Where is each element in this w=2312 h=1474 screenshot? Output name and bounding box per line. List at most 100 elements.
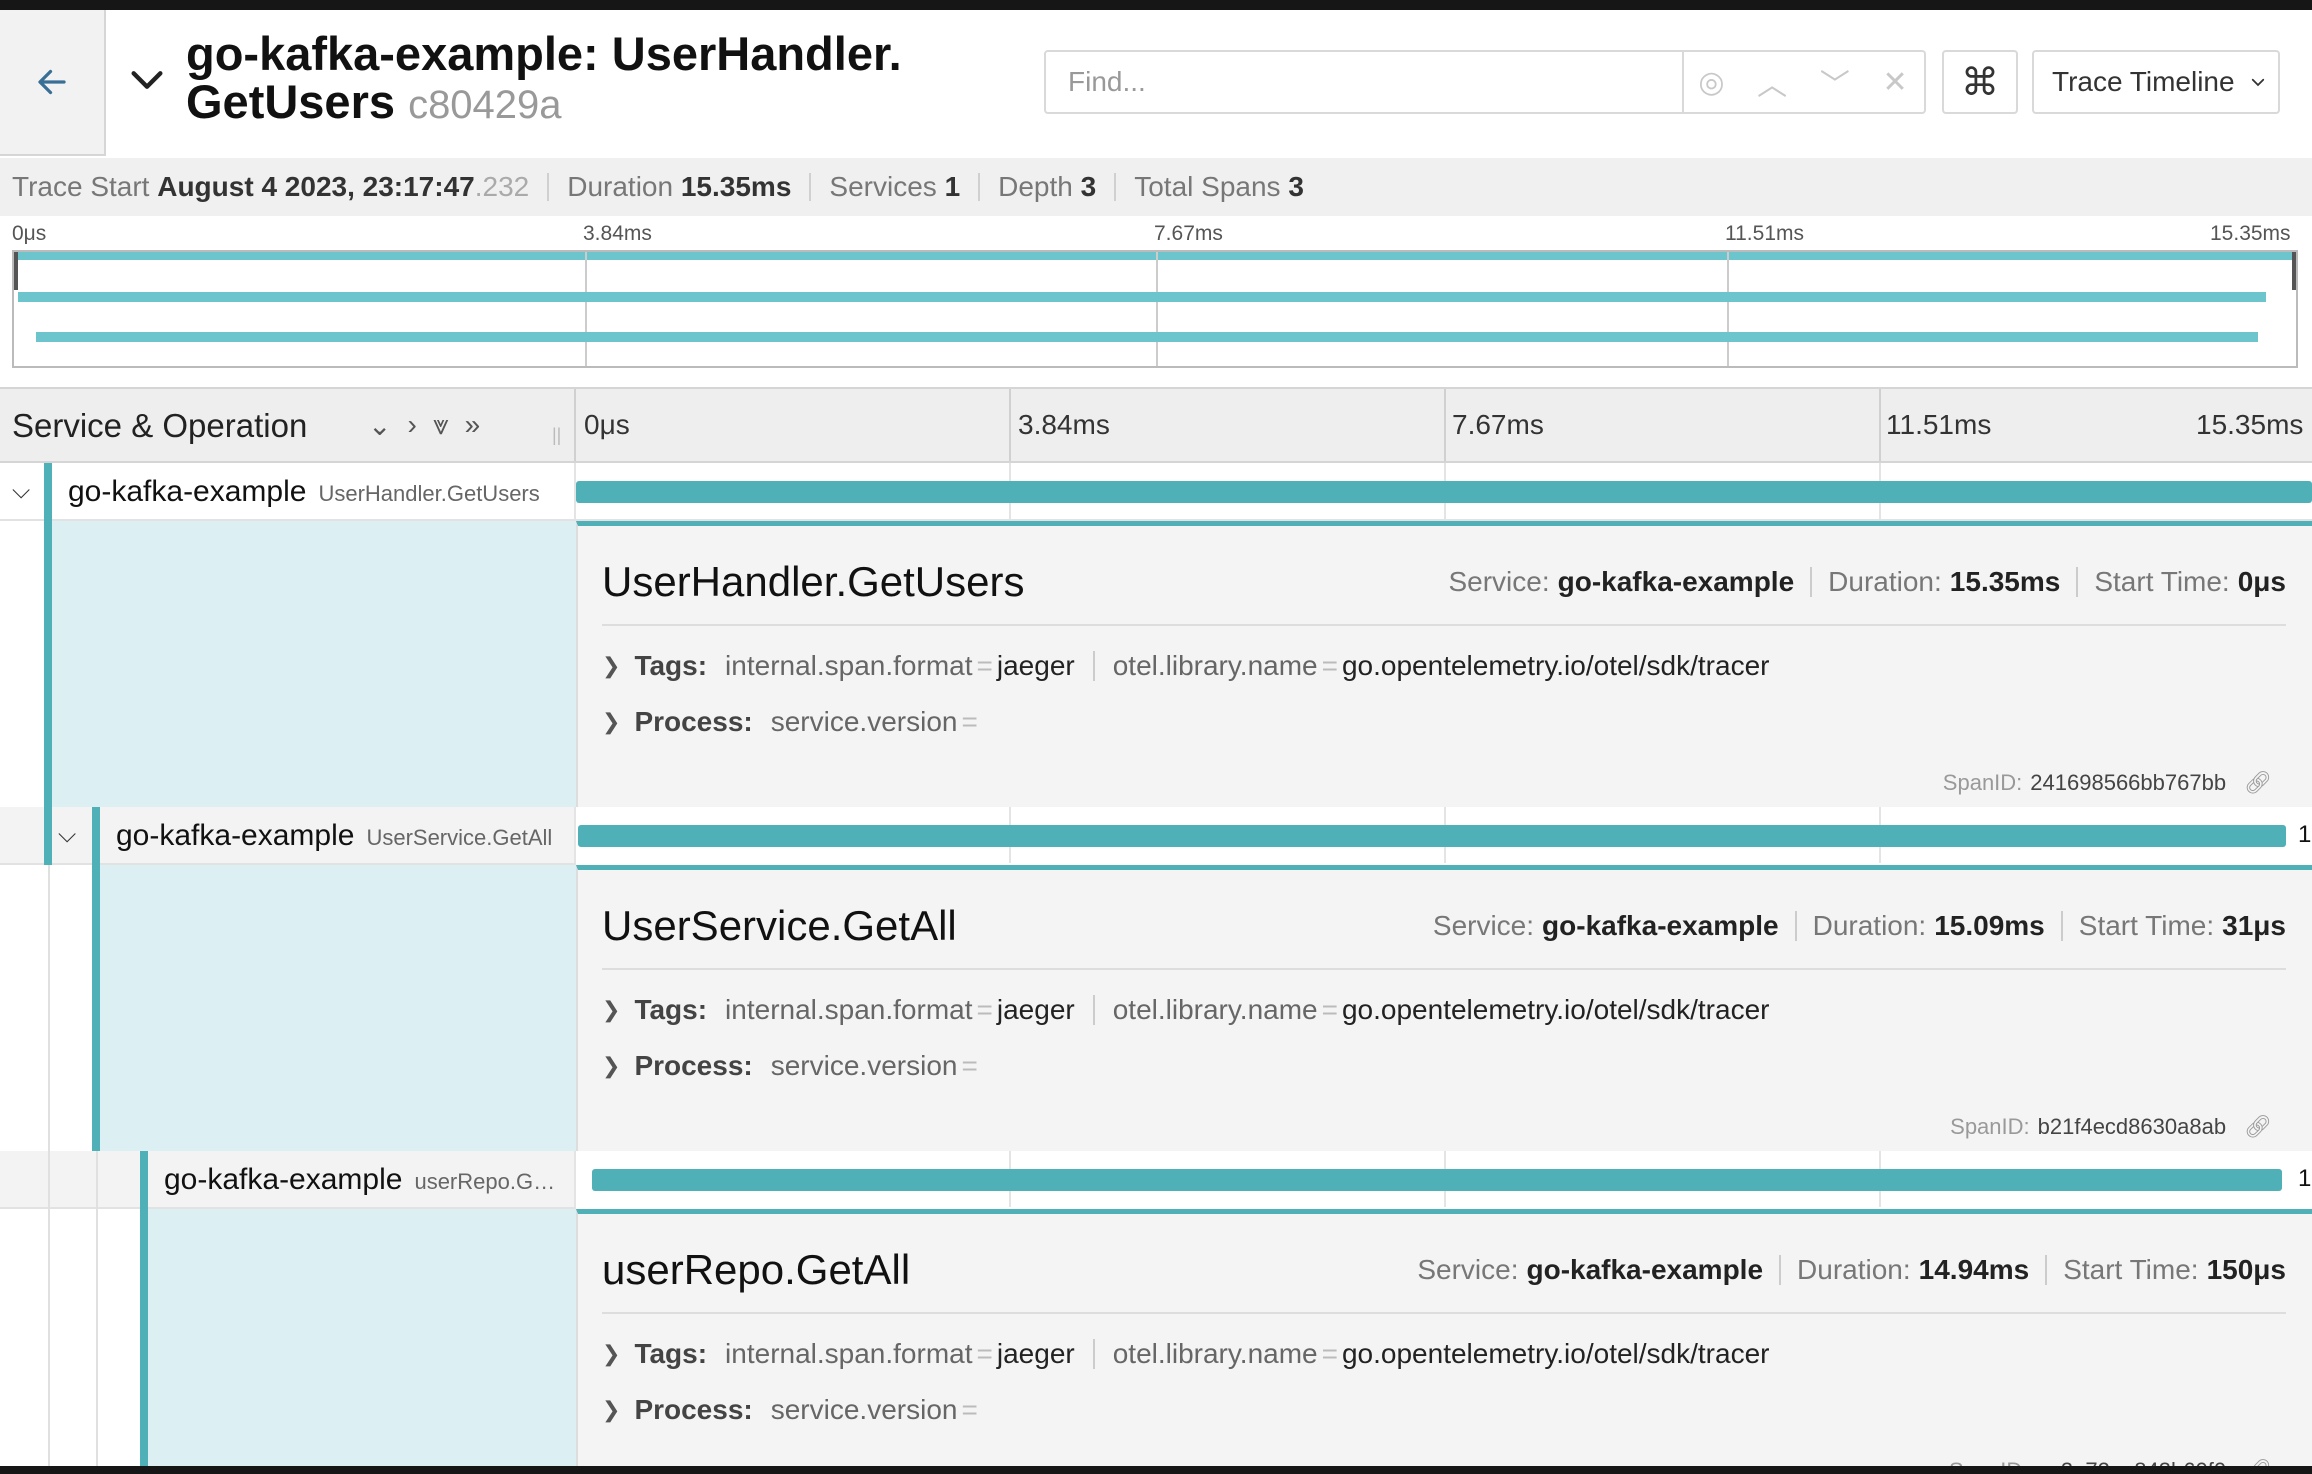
span-detail-title: userRepo.GetAll: [602, 1246, 911, 1293]
span-name[interactable]: go-kafka-example userRepo.G…: [164, 1163, 555, 1197]
span-bar[interactable]: [578, 825, 2286, 847]
span-operation: UserHandler.GetUsers: [318, 481, 540, 506]
trace-start-value: August 4 2023, 23:17:47: [157, 171, 475, 202]
collapse-one-icon[interactable]: ⌄: [368, 409, 391, 442]
service-color-stripe: [140, 1151, 148, 1209]
minimap-tick: 7.67ms: [1154, 222, 1223, 245]
span-detail-meta: Service: go-kafka-example Duration: 15.09m…: [1433, 910, 2286, 942]
trace-stats-bar: Trace Start August 4 2023, 23:17:47.232 …: [0, 158, 2312, 216]
span-bar[interactable]: [592, 1169, 2282, 1191]
tag-key: otel.library.name: [1112, 650, 1318, 681]
duration-value: 15.35ms: [1949, 566, 2061, 597]
minimap-gridline: [1727, 252, 1729, 366]
span-id: SpanID: b21f4ecd8630a8ab 🔗︎: [1950, 1114, 2272, 1140]
timeline-tick: 0μs: [584, 409, 630, 440]
duration-value: 15.09ms: [1934, 910, 2045, 941]
span-detail-meta: Service: go-kafka-example Duration: 15.35m…: [1448, 566, 2286, 598]
service-value: go-kafka-example: [1526, 1254, 1764, 1285]
span-detail-panel: UserService.GetAll Service: go-kafka-exam…: [576, 865, 2312, 1151]
timeline-tick: 3.84ms: [1018, 409, 1110, 440]
arrow-left-icon: [38, 69, 66, 95]
duration-label: Duration:: [1812, 910, 1927, 941]
process-label: Process:: [634, 1050, 753, 1081]
service-operation-heading: Service & Operation: [12, 407, 308, 444]
minimap-tick: 3.84ms: [583, 222, 652, 245]
collapse-controls: ⌄ › ⩔ »: [368, 409, 480, 442]
view-select-label: Trace Timeline: [2052, 66, 2235, 97]
duration-label: Duration:: [1797, 1254, 1911, 1285]
link-icon[interactable]: 🔗︎: [2244, 1114, 2272, 1140]
process-row[interactable]: ❯ Process: service.version =: [602, 706, 982, 738]
find-input[interactable]: Find...: [1044, 50, 1684, 114]
span-row[interactable]: go-kafka-example userRepo.G… 1: [0, 1151, 2312, 1209]
command-icon: ⌘: [1961, 61, 1999, 104]
timeline-tick: 11.51ms: [1886, 409, 1992, 440]
minimap-ticks: 0μs 3.84ms 7.67ms 11.51ms 15.35ms: [0, 218, 2312, 248]
span-row[interactable]: ⌵ go-kafka-example UserHandler.GetUsers: [0, 463, 2312, 521]
next-match-icon[interactable]: ﹀: [1820, 60, 1850, 104]
find-controls: ◎ ︿ ﹀ ✕: [1682, 50, 1926, 114]
column-resizer-icon[interactable]: ||: [552, 425, 561, 446]
start-time-value: 0μs: [2237, 566, 2286, 597]
span-name[interactable]: go-kafka-example UserHandler.GetUsers: [68, 475, 540, 509]
tags-row[interactable]: ❯ Tags: internal.span.format = jaeger otel…: [602, 650, 1769, 682]
span-row[interactable]: ⌵ go-kafka-example UserService.GetAll 1: [0, 807, 2312, 865]
link-icon[interactable]: 🔗︎: [2244, 770, 2272, 796]
span-detail-panel: userRepo.GetAll Service: go-kafka-example…: [576, 1209, 2312, 1466]
service-label: Service:: [1432, 910, 1535, 941]
clear-find-icon[interactable]: ✕: [1882, 65, 1907, 100]
collapse-all-icon[interactable]: ⩔: [433, 409, 449, 442]
trace-minimap[interactable]: [12, 250, 2298, 368]
tag-key: internal.span.format: [725, 994, 973, 1025]
span-detail: UserService.GetAll Service: go-kafka-exam…: [0, 865, 2312, 1151]
column-divider: [574, 807, 576, 863]
process-label: Process:: [634, 1394, 753, 1425]
column-divider: [574, 389, 576, 461]
span-id-value: ae3e72ae843b60f0: [2036, 1458, 2226, 1466]
minimap-drag-handle-left[interactable]: [14, 252, 18, 290]
chevron-right-icon: ❯: [602, 997, 621, 1022]
process-key: service.version: [770, 1050, 958, 1081]
chevron-down-icon[interactable]: ⌵: [12, 477, 30, 505]
chevron-right-icon: ❯: [602, 1397, 621, 1422]
expand-one-icon[interactable]: ›: [407, 409, 416, 442]
process-key: service.version: [770, 706, 958, 737]
minimap-tick: 15.35ms: [2210, 222, 2291, 245]
minimap-gridline: [585, 252, 587, 366]
span-detail-indent: [100, 865, 576, 1151]
tag-value: go.opentelemetry.io/otel/sdk/tracer: [1341, 1338, 1770, 1369]
service-value: go-kafka-example: [1542, 910, 1779, 941]
span-detail-meta: Service: go-kafka-example Duration: 14.94m…: [1417, 1254, 2286, 1286]
span-service: go-kafka-example: [164, 1163, 403, 1196]
span-id: SpanID: 241698566bb767bb 🔗︎: [1943, 770, 2272, 796]
span-service: go-kafka-example: [68, 475, 307, 508]
span-bar[interactable]: [576, 481, 2312, 503]
prev-match-icon[interactable]: ︿: [1757, 60, 1787, 104]
link-icon[interactable]: 🔗︎: [2244, 1458, 2272, 1466]
process-row[interactable]: ❯ Process: service.version =: [602, 1394, 982, 1426]
services-value: 1: [944, 171, 961, 202]
span-name[interactable]: go-kafka-example UserService.GetAll: [116, 819, 552, 853]
process-row[interactable]: ❯ Process: service.version =: [602, 1050, 982, 1082]
minimap-drag-handle-right[interactable]: [2292, 252, 2296, 290]
span-id-value: b21f4ecd8630a8ab: [2037, 1114, 2227, 1139]
start-time-label: Start Time:: [2094, 566, 2230, 597]
tag-key: internal.span.format: [725, 1338, 973, 1369]
trace-collapse-toggle[interactable]: [122, 55, 172, 105]
chevron-right-icon: ❯: [602, 1341, 621, 1366]
keyboard-shortcuts-button[interactable]: ⌘: [1942, 50, 2018, 114]
chevron-down-icon[interactable]: ⌵: [58, 821, 76, 849]
tags-row[interactable]: ❯ Tags: internal.span.format = jaeger otel…: [602, 1338, 1769, 1370]
back-button[interactable]: [0, 10, 106, 156]
service-label: Service:: [1417, 1254, 1519, 1285]
locate-icon[interactable]: ◎: [1698, 65, 1724, 100]
span-detail-panel: UserHandler.GetUsers Service: go-kafka-ex…: [576, 521, 2312, 807]
timeline-tick: 15.35ms: [2196, 409, 2304, 440]
expand-all-icon[interactable]: »: [465, 409, 481, 442]
start-time-label: Start Time:: [2078, 910, 2215, 941]
view-select[interactable]: Trace Timeline: [2032, 50, 2280, 114]
total-spans-value: 3: [1288, 171, 1304, 202]
span-detail-indent: [52, 521, 576, 807]
tags-label: Tags:: [634, 650, 708, 681]
tags-row[interactable]: ❯ Tags: internal.span.format = jaeger otel…: [602, 994, 1769, 1026]
